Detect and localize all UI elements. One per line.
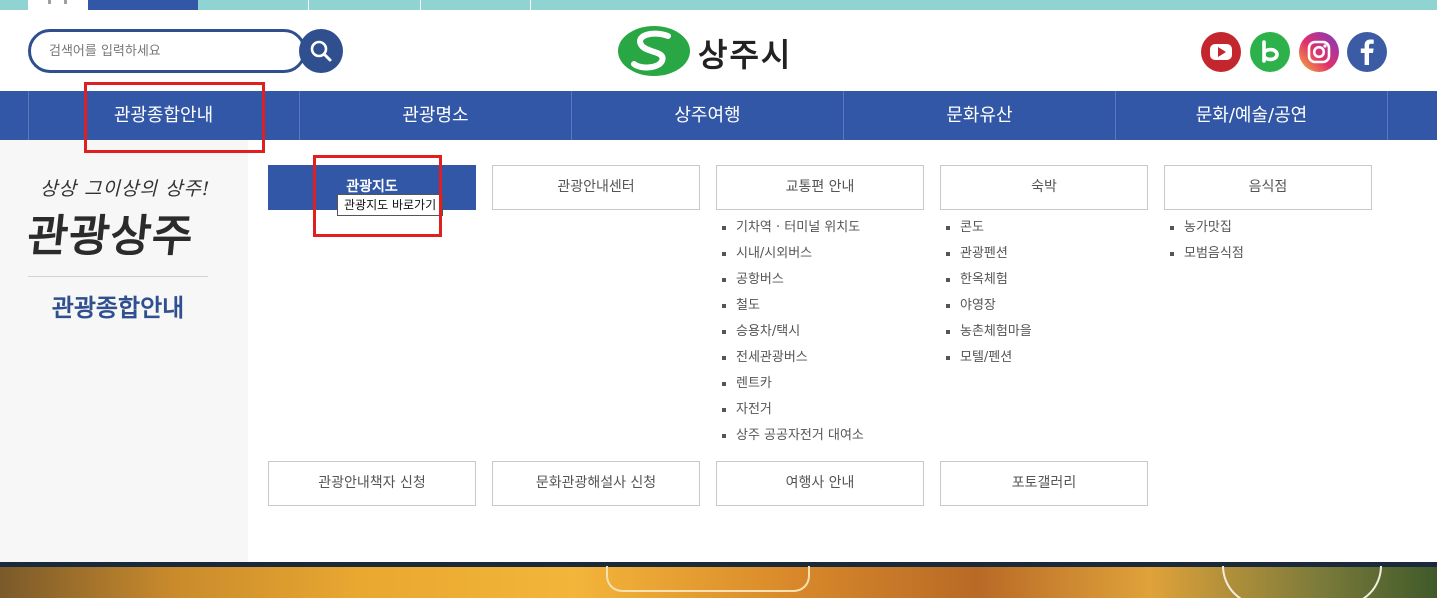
- search-icon: [310, 40, 332, 62]
- submenu-section-title: 관광종합안내: [51, 294, 185, 322]
- youtube-icon: [1201, 32, 1241, 72]
- list-item[interactable]: 철도: [722, 293, 864, 319]
- side-divider: [28, 276, 208, 277]
- top-tab-home[interactable]: [28, 0, 88, 10]
- list-item[interactable]: 전세관광버스: [722, 345, 864, 371]
- list-item[interactable]: 농촌체험마을: [946, 319, 1032, 345]
- top-tab-active[interactable]: [88, 0, 198, 10]
- facebook-link[interactable]: [1347, 32, 1387, 72]
- list-item[interactable]: 모텔/펜션: [946, 345, 1032, 371]
- search-box: [28, 29, 306, 73]
- list-item[interactable]: 승용차/택시: [722, 319, 864, 345]
- logo-mark-icon: [618, 26, 690, 76]
- list-item[interactable]: 농가맛집: [1170, 215, 1244, 241]
- submenu-transportation[interactable]: 교통편 안내: [716, 165, 924, 210]
- top-tab-divider: [420, 0, 421, 10]
- submenu-info-center[interactable]: 관광안내센터: [492, 165, 700, 210]
- nav-item-attractions[interactable]: 관광명소: [300, 91, 571, 140]
- facebook-icon: [1347, 32, 1387, 72]
- blog-link[interactable]: [1250, 32, 1290, 72]
- list-item[interactable]: 모범음식점: [1170, 241, 1244, 267]
- visual-banner: [0, 562, 1437, 598]
- list-item[interactable]: 기차역 · 터미널 위치도: [722, 215, 864, 241]
- submenu-photo-gallery[interactable]: 포토갤러리: [940, 461, 1148, 506]
- logo-text: 상주시: [698, 36, 793, 74]
- restaurants-sublist: 농가맛집 모범음식점: [1170, 215, 1244, 267]
- search-input[interactable]: [49, 41, 289, 61]
- tooltip: 관광지도 바로가기: [337, 194, 444, 216]
- search-button[interactable]: [299, 29, 343, 73]
- brand-logotype: 관광상주: [24, 211, 197, 262]
- list-item[interactable]: 렌트카: [722, 371, 864, 397]
- nav-item-culture-arts[interactable]: 문화/예술/공연: [1116, 91, 1387, 140]
- transportation-sublist: 기차역 · 터미널 위치도 시내/시외버스 공항버스 철도 승용차/택시 전세관…: [722, 215, 864, 449]
- list-item[interactable]: 한옥체험: [946, 267, 1032, 293]
- list-item[interactable]: 관광펜션: [946, 241, 1032, 267]
- submenu-brochure-request[interactable]: 관광안내책자 신청: [268, 461, 476, 506]
- top-utility-bar: [0, 0, 1437, 10]
- top-tab-divider: [530, 0, 531, 10]
- slogan-text: 상상 그이상의 상주!: [40, 178, 211, 200]
- banner-decoration: [1222, 566, 1382, 598]
- submenu-guide-request[interactable]: 문화관광해설사 신청: [492, 461, 700, 506]
- lodging-sublist: 콘도 관광펜션 한옥체험 야영장 농촌체험마을 모텔/펜션: [946, 215, 1032, 371]
- list-item[interactable]: 상주 공공자전거 대여소: [722, 423, 864, 449]
- submenu-side-panel: 상상 그이상의 상주! 관광상주 관광종합안내: [0, 140, 248, 562]
- blog-icon: [1250, 32, 1290, 72]
- top-tab-divider: [308, 0, 309, 10]
- submenu-restaurants[interactable]: 음식점: [1164, 165, 1372, 210]
- main-navigation: 관광종합안내 관광명소 상주여행 문화유산 문화/예술/공연: [0, 91, 1437, 140]
- site-logo[interactable]: 상주시: [616, 24, 806, 78]
- submenu-travel-agency[interactable]: 여행사 안내: [716, 461, 924, 506]
- nav-divider: [1387, 91, 1388, 140]
- nav-item-tourism-guide[interactable]: 관광종합안내: [28, 91, 299, 140]
- submenu-lodging[interactable]: 숙박: [940, 165, 1148, 210]
- list-item[interactable]: 공항버스: [722, 267, 864, 293]
- instagram-icon: [1299, 32, 1339, 72]
- list-item[interactable]: 콘도: [946, 215, 1032, 241]
- nav-item-cultural-heritage[interactable]: 문화유산: [844, 91, 1115, 140]
- list-item[interactable]: 자전거: [722, 397, 864, 423]
- list-item[interactable]: 시내/시외버스: [722, 241, 864, 267]
- instagram-link[interactable]: [1299, 32, 1339, 72]
- nav-item-sangju-travel[interactable]: 상주여행: [572, 91, 843, 140]
- banner-caption-frame: [606, 566, 810, 592]
- list-item[interactable]: 야영장: [946, 293, 1032, 319]
- youtube-link[interactable]: [1201, 32, 1241, 72]
